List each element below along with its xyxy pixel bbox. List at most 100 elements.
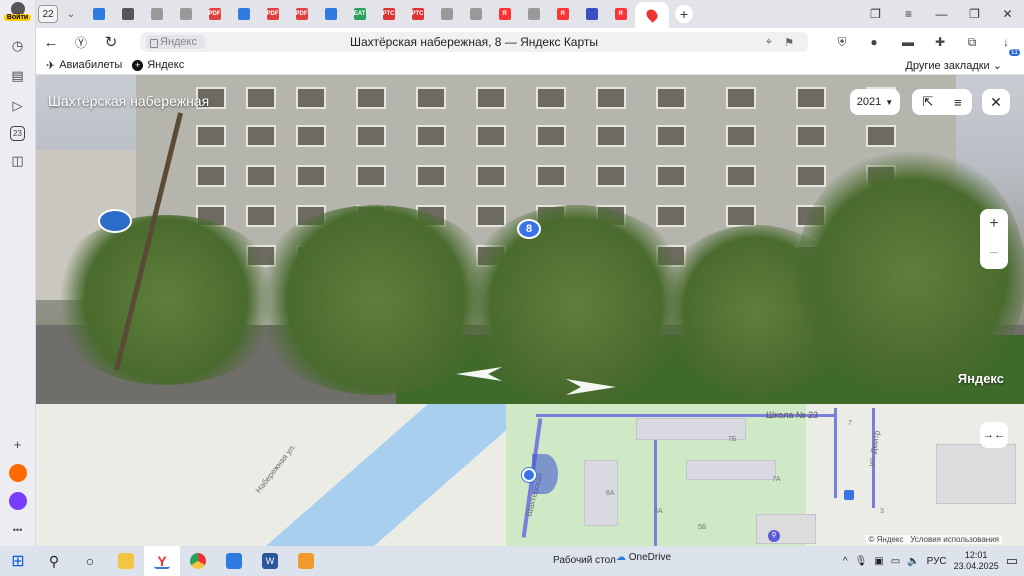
tab[interactable]	[432, 3, 461, 25]
hat-icon[interactable]: ▬	[900, 34, 916, 50]
yandex-browser-icon[interactable]: Y	[144, 546, 180, 576]
bookmark-aviabilety[interactable]: ✈ Авиабилеты	[46, 59, 122, 72]
microphone-icon[interactable]: 🎙	[855, 556, 868, 567]
tab[interactable]	[316, 3, 345, 25]
school-label[interactable]: Школа № 23	[766, 410, 818, 420]
building-window	[536, 87, 566, 109]
tab[interactable]	[229, 3, 258, 25]
windows-start-icon[interactable]: ⊞	[0, 546, 36, 576]
history-icon[interactable]: ◷	[8, 36, 28, 56]
network-icon[interactable]: ▭	[891, 556, 900, 567]
page-title: Шахтёрская набережная, 8 — Яндекс Карты	[349, 35, 599, 49]
bag-icon[interactable]: ▣	[874, 556, 883, 567]
building-window	[536, 165, 566, 187]
close-panorama-button[interactable]: ✕	[982, 89, 1010, 115]
word-icon[interactable]: W	[252, 546, 288, 576]
active-tab[interactable]	[635, 2, 669, 28]
open-external-icon[interactable]: ⇱	[922, 94, 933, 110]
bookmarks-bar: ✈ Авиабилеты + Яндекс Другие закладки ⌄	[36, 56, 1024, 75]
zen-icon[interactable]	[8, 464, 27, 482]
chevron-up-icon[interactable]: ^	[843, 556, 848, 567]
close-icon[interactable]: ✕	[991, 7, 1024, 21]
road-sign	[98, 209, 132, 233]
back-button[interactable]: ←	[36, 34, 66, 51]
bookmarks-panel-icon[interactable]: ⧉	[964, 34, 980, 50]
tab[interactable]: PDF	[287, 3, 316, 25]
tab[interactable]: PDF	[200, 3, 229, 25]
zoom-out-button[interactable]: −	[989, 245, 998, 263]
tab[interactable]: EAT	[345, 3, 374, 25]
restore-icon[interactable]: ❐	[958, 7, 991, 21]
other-bookmarks[interactable]: Другие закладки ⌄	[905, 59, 1002, 72]
building-window	[296, 87, 326, 109]
house-marker[interactable]: 8	[517, 219, 541, 239]
volume-icon[interactable]: 🔈	[907, 556, 919, 567]
location-icon[interactable]: ⌖	[766, 36, 772, 49]
calendar-icon[interactable]: 23	[10, 126, 25, 141]
calculator-icon[interactable]	[216, 546, 252, 576]
puzzle-icon[interactable]: ✚	[932, 34, 948, 50]
building	[936, 444, 1016, 504]
tab[interactable]	[519, 3, 548, 25]
onedrive-label[interactable]: ☁ OneDrive	[616, 552, 671, 563]
task-view-icon[interactable]: ○	[72, 546, 108, 576]
shield-icon[interactable]: ⛨	[834, 34, 850, 50]
screenshot-icon[interactable]: ◫	[8, 151, 28, 171]
gem-icon	[585, 8, 598, 20]
minimize-icon[interactable]: —	[925, 7, 958, 21]
tab[interactable]: РТС	[374, 3, 403, 25]
search-icon[interactable]: ⚲	[36, 546, 72, 576]
add-icon[interactable]: +	[8, 434, 28, 454]
more-icon[interactable]: •••	[8, 520, 28, 540]
app-icon[interactable]	[288, 546, 324, 576]
building-window	[356, 87, 386, 109]
street-label: Набережная ул.	[253, 442, 298, 495]
chevron-down-icon[interactable]: ⌄	[62, 9, 80, 20]
language-indicator[interactable]: РУС	[927, 556, 947, 567]
zoom-in-button[interactable]: +	[989, 215, 998, 233]
clock[interactable]: 12:01 23.04.2025	[954, 550, 999, 572]
tab[interactable]: Я	[490, 3, 519, 25]
extension-avatar-icon[interactable]: ●	[866, 34, 882, 50]
collections-icon[interactable]: ▤	[8, 66, 28, 86]
chrome-icon[interactable]	[180, 546, 216, 576]
tab[interactable]	[461, 3, 490, 25]
notification-icon[interactable]: ▭	[1006, 553, 1018, 569]
tab[interactable]: Я	[606, 3, 635, 25]
tabs-icon[interactable]: ❐	[859, 7, 892, 21]
pdf-icon: PDF	[208, 8, 221, 20]
play-icon[interactable]: ▷	[8, 96, 28, 116]
bookmark-icon[interactable]: ⚑	[784, 36, 794, 49]
panorama-position-marker[interactable]	[522, 468, 536, 482]
street-panorama[interactable]: Шахтёрская набережная 2021 ▼ ⇱ ≡ ✕ + − 8 …	[36, 75, 1024, 404]
yandex-icon[interactable]: Ⓨ	[66, 34, 96, 51]
menu-icon[interactable]: ≡	[892, 7, 925, 21]
file-explorer-icon[interactable]	[108, 546, 144, 576]
panorama-title: Шахтёрская набережная	[48, 93, 210, 109]
menu-icon[interactable]: ≡	[954, 95, 962, 110]
url-field[interactable]: Яндекс Шахтёрская набережная, 8 — Яндекс…	[140, 32, 808, 52]
bookmark-yandex[interactable]: + Яндекс	[132, 59, 184, 71]
tab-count[interactable]: 22	[38, 5, 58, 23]
new-tab-button[interactable]: +	[675, 5, 693, 23]
tab[interactable]	[142, 3, 171, 25]
alice-icon[interactable]	[8, 492, 27, 510]
tab[interactable]	[577, 3, 606, 25]
download-icon[interactable]: ↓ 11	[998, 34, 1020, 56]
mail-icon	[324, 8, 337, 20]
year-select[interactable]: 2021 ▼	[850, 89, 900, 115]
map-copyright[interactable]: © Яндекс Условия использования	[865, 535, 1002, 544]
metro-icon: ⚲	[768, 530, 780, 542]
collapse-map-button[interactable]: →←	[980, 422, 1008, 448]
tab[interactable]	[113, 3, 142, 25]
tab[interactable]	[84, 3, 113, 25]
tab[interactable]: РТС	[403, 3, 432, 25]
tab[interactable]: PDF	[258, 3, 287, 25]
login-button[interactable]: Войти	[2, 2, 34, 26]
tab[interactable]	[171, 3, 200, 25]
map-view[interactable]: Набережная ул. Шахтёрская ул. Дмитр Школ…	[36, 404, 1024, 546]
building-window	[416, 125, 446, 147]
tab[interactable]: Я	[548, 3, 577, 25]
reload-button[interactable]: ↻	[96, 33, 126, 51]
desktop-label[interactable]: Рабочий стол	[553, 555, 616, 566]
